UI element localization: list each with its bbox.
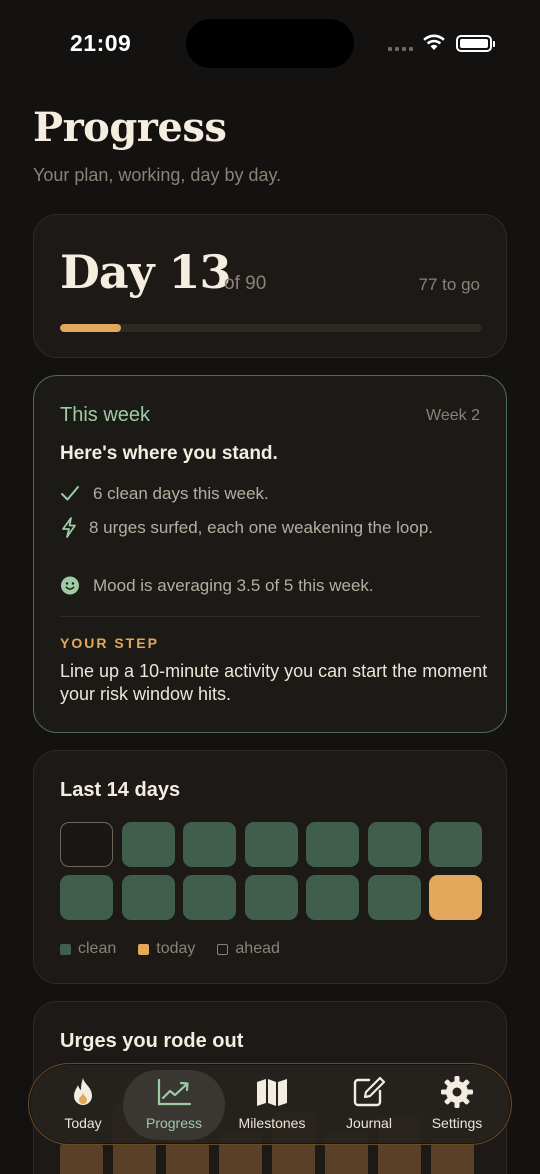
legend-swatch-clean [60, 943, 71, 955]
day-count: Day 13 [60, 245, 231, 299]
legend-ahead: ahead [217, 940, 280, 958]
legend-swatch-today [138, 943, 150, 955]
day-cell-clean [306, 822, 359, 867]
days-card-title: Last 14 days [60, 779, 181, 801]
compose-icon [353, 1076, 386, 1107]
page-title: Progress [33, 104, 227, 151]
status-time: 21:09 [70, 30, 132, 56]
day-cell-clean [121, 822, 175, 867]
day-cell-clean [429, 822, 482, 867]
summary-item-mood: Mood is averaging 3.5 of 5 this week. [60, 574, 480, 597]
your-step-text: Line up a 10-minute activity you can sta… [60, 661, 488, 704]
flame-icon [74, 1078, 92, 1105]
day-cell-clean [183, 875, 236, 920]
day-grid-legend: clean today ahead [60, 940, 280, 958]
day-total: of 90 [224, 273, 267, 294]
tab-today[interactable]: Today [34, 1070, 132, 1140]
day-cell-clean [244, 875, 298, 920]
urges-card-title: Urges you rode out [60, 1030, 244, 1052]
urge-bar [60, 1142, 103, 1174]
dynamic-island [186, 19, 354, 68]
smile-icon [61, 576, 79, 595]
day-cell-clean [183, 822, 236, 867]
plan-progress-bar [60, 324, 482, 332]
day-grid [60, 822, 482, 920]
tab-bar: Today Progress Milestones Journal Settin… [28, 1063, 512, 1145]
cellular-icon [388, 47, 413, 51]
last-14-days-card: Last 14 days clean today ahead [33, 750, 507, 984]
tab-milestones[interactable]: Milestones [222, 1070, 322, 1140]
day-cell-clean [367, 822, 421, 867]
bolt-icon [62, 517, 76, 538]
chart-line-icon [157, 1078, 192, 1106]
legend-clean: clean [60, 940, 116, 958]
tab-progress[interactable]: Progress [123, 1070, 225, 1140]
tab-journal[interactable]: Journal [319, 1070, 419, 1140]
wifi-icon [423, 34, 445, 50]
your-step-label: YOUR STEP [60, 635, 159, 651]
plan-progress-fill [60, 324, 121, 332]
day-cell-clean [244, 822, 298, 867]
day-progress-card: Day 13 of 90 77 to go [33, 214, 507, 358]
divider [60, 616, 480, 617]
gear-icon [441, 1076, 473, 1108]
days-remaining: 77 to go [418, 275, 480, 294]
check-icon [61, 486, 79, 501]
day-cell-today [429, 875, 482, 920]
day-cell-clean [367, 875, 421, 920]
week-heading: Here's where you stand. [60, 443, 278, 464]
tab-settings[interactable]: Settings [407, 1070, 507, 1140]
weekly-summary-card[interactable]: This week Week 2 Here's where you stand.… [33, 375, 507, 733]
day-cell-ahead [60, 822, 113, 867]
day-cell-clean [121, 875, 175, 920]
battery-icon [456, 35, 495, 52]
summary-item-clean-days: 6 clean days this week. [60, 482, 480, 505]
map-icon [257, 1079, 287, 1106]
status-bar: 21:09 [0, 0, 540, 88]
day-cell-clean [60, 875, 113, 920]
legend-swatch-ahead [217, 943, 229, 955]
week-number: Week 2 [426, 407, 480, 424]
page-subtitle: Your plan, working, day by day. [33, 165, 282, 185]
day-cell-clean [306, 875, 359, 920]
summary-item-urges: 8 urges surfed, each one weakening the l… [60, 516, 440, 539]
legend-today: today [138, 940, 195, 958]
week-label: This week [60, 404, 151, 426]
